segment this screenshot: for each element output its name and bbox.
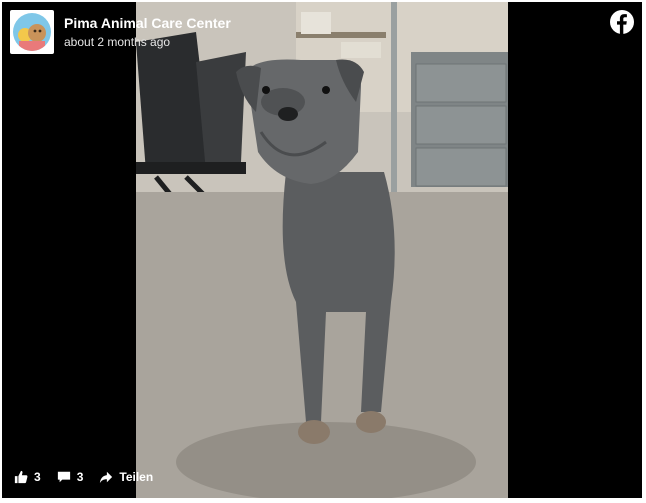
facebook-logo-icon[interactable] [610, 10, 634, 34]
dog-photo-illustration [136, 2, 508, 498]
post-meta: Pima Animal Care Center about 2 months a… [64, 15, 231, 50]
post-timestamp[interactable]: about 2 months ago [64, 34, 231, 50]
like-action[interactable]: 3 [14, 470, 41, 484]
post-photo[interactable] [136, 2, 508, 498]
likes-count: 3 [34, 470, 41, 484]
page-avatar[interactable] [10, 10, 54, 54]
pet-logo-icon [13, 13, 51, 51]
share-label: Teilen [119, 470, 154, 484]
comment-action[interactable]: 3 [57, 470, 84, 484]
comment-icon [57, 471, 70, 483]
facebook-post-embed: Pima Animal Care Center about 2 months a… [2, 2, 642, 498]
page-name-link[interactable]: Pima Animal Care Center [64, 15, 231, 31]
share-action[interactable]: Teilen [99, 470, 153, 484]
comments-count: 3 [76, 470, 84, 484]
post-actions: 3 3 Teilen [14, 470, 169, 484]
thumbs-up-icon [14, 470, 28, 484]
post-header: Pima Animal Care Center about 2 months a… [10, 10, 231, 54]
share-arrow-icon [100, 471, 113, 484]
